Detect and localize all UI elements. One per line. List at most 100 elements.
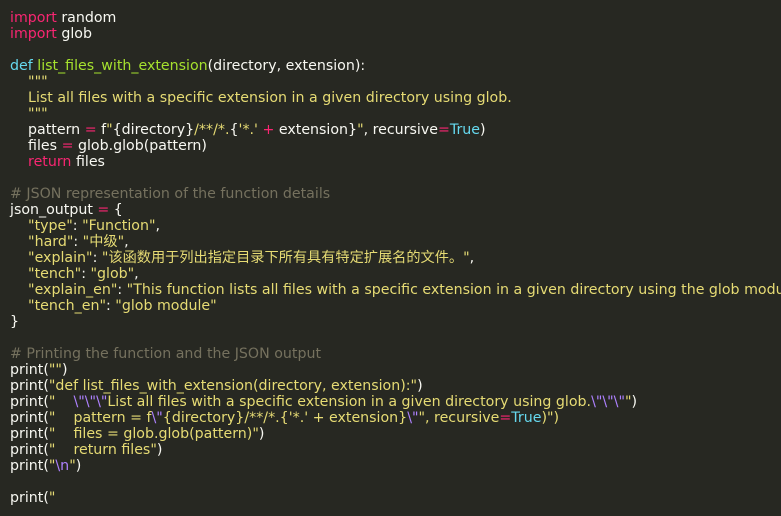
code-token-const: True	[511, 410, 542, 426]
code-line: }	[10, 314, 781, 330]
code-token-str: ", recursive	[418, 410, 500, 426]
code-token-op: =	[437, 122, 450, 138]
code-line: print("def list_files_with_extension(dir…	[10, 378, 781, 394]
code-token-plain: )	[417, 378, 423, 394]
code-line: """	[10, 106, 781, 122]
code-token-plain: files	[71, 154, 105, 170]
code-token-str: "该函数用于列出指定目录下所有具有特定扩展名的文件。"	[101, 250, 470, 266]
code-token-plain: )	[480, 122, 486, 138]
code-token-str: )")	[541, 410, 560, 426]
code-line: print(" return files")	[10, 442, 781, 458]
code-token-plain: print(	[10, 362, 49, 378]
code-token-plain: print(	[10, 490, 49, 506]
code-token-plain: print(	[10, 426, 49, 442]
code-token-kw: import	[10, 26, 57, 42]
code-editor[interactable]: import random import glob def list_files_…	[0, 0, 781, 516]
code-line: "hard": "中级",	[10, 234, 781, 250]
code-token-str: ""	[48, 362, 62, 378]
code-token-fn: list_files_with_extension	[37, 58, 208, 74]
code-token-plain: ,	[155, 218, 161, 234]
code-line: json_output = {	[10, 202, 781, 218]
code-token-str: "glob module"	[115, 298, 217, 314]
code-token-str: """	[10, 106, 48, 122]
code-line: print("	[10, 490, 781, 506]
code-token-def: def	[10, 58, 33, 74]
code-line: print(" \"\"\"List all files with a spec…	[10, 394, 781, 410]
code-line: files = glob.glob(pattern)	[10, 138, 781, 154]
code-token-str: "glob"	[90, 266, 135, 282]
code-token-plain: extension}	[278, 122, 358, 138]
code-token-plain: random	[56, 10, 117, 26]
code-token-str: /**/*.	[194, 122, 230, 138]
code-token-str: '*.'	[238, 122, 258, 138]
code-token-plain: print(	[10, 378, 49, 394]
code-token-esc: \"\"\"	[591, 394, 625, 410]
code-token-esc: \"\"\"	[73, 394, 108, 410]
code-token-plain: , recursive	[363, 122, 438, 138]
code-line: import random	[10, 10, 781, 26]
code-token-cm: # Printing the function and the JSON out…	[10, 346, 322, 362]
code-line: "tench_en": "glob module"	[10, 298, 781, 314]
code-token-plain: json_output	[10, 202, 98, 218]
code-token-plain: )	[258, 426, 265, 442]
code-token-str: "tench_en"	[28, 298, 106, 314]
code-line: List all files with a specific extension…	[10, 90, 781, 106]
code-line: print("\n")	[10, 458, 781, 474]
code-token-str: "tench"	[28, 266, 82, 282]
code-token-esc: \"	[407, 410, 419, 426]
code-token-str: " return files"	[48, 442, 157, 458]
code-token-plain: (directory, extension):	[207, 58, 366, 74]
code-token-plain: ,	[134, 266, 139, 282]
code-line: import glob	[10, 26, 781, 42]
code-token-plain: ,	[124, 234, 129, 250]
code-token-plain: f	[96, 122, 107, 138]
code-token-plain: print(	[10, 410, 49, 426]
code-line: "tench": "glob",	[10, 266, 781, 282]
code-token-const: True	[449, 122, 480, 138]
code-token-str: List all files with a specific extension…	[10, 90, 512, 106]
code-line: def list_files_with_extension(directory,…	[10, 58, 781, 74]
code-token-plain: :	[72, 218, 83, 234]
code-line: pattern = f"{directory}/**/*.{'*.' + ext…	[10, 122, 781, 138]
code-token-plain: {	[229, 122, 239, 138]
code-token-plain: )	[156, 442, 163, 458]
code-token-str: {directory}/**/*.{'*.' + extension}	[162, 410, 408, 426]
code-line: "explain_en": "This function lists all f…	[10, 282, 781, 298]
code-token-plain: {directory}	[112, 122, 195, 138]
code-token-plain: :	[106, 298, 116, 314]
code-token-plain: ,	[469, 250, 475, 266]
code-token-str: " pattern = f	[48, 410, 152, 426]
code-token-str: "explain"	[28, 250, 93, 266]
code-token-str: "Function"	[82, 218, 156, 234]
code-token-plain: )	[631, 394, 638, 410]
code-token-plain: glob	[56, 26, 92, 42]
code-token-kw: return	[28, 154, 72, 170]
code-token-str: "hard"	[28, 234, 74, 250]
code-line: print("")	[10, 362, 781, 378]
code-token-plain: )	[61, 362, 68, 378]
code-token-plain: :	[73, 234, 83, 250]
code-token-str: "	[48, 394, 74, 410]
code-token-plain: )	[75, 458, 82, 474]
code-token-op: +	[257, 122, 279, 138]
code-token-plain: print(	[10, 458, 49, 474]
code-token-plain: print(	[10, 442, 49, 458]
code-token-op: =	[97, 202, 110, 218]
code-token-op: =	[61, 138, 74, 154]
code-token-plain: :	[117, 282, 127, 298]
code-token-str: "中级"	[82, 234, 125, 250]
code-token-plain: files	[10, 138, 62, 154]
code-token-op: =	[84, 122, 97, 138]
code-token-op: =	[499, 410, 512, 426]
code-token-plain: glob.glob(pattern)	[73, 138, 207, 154]
code-token-str: "def list_files_with_extension(directory…	[48, 378, 418, 394]
code-line: """	[10, 74, 781, 90]
